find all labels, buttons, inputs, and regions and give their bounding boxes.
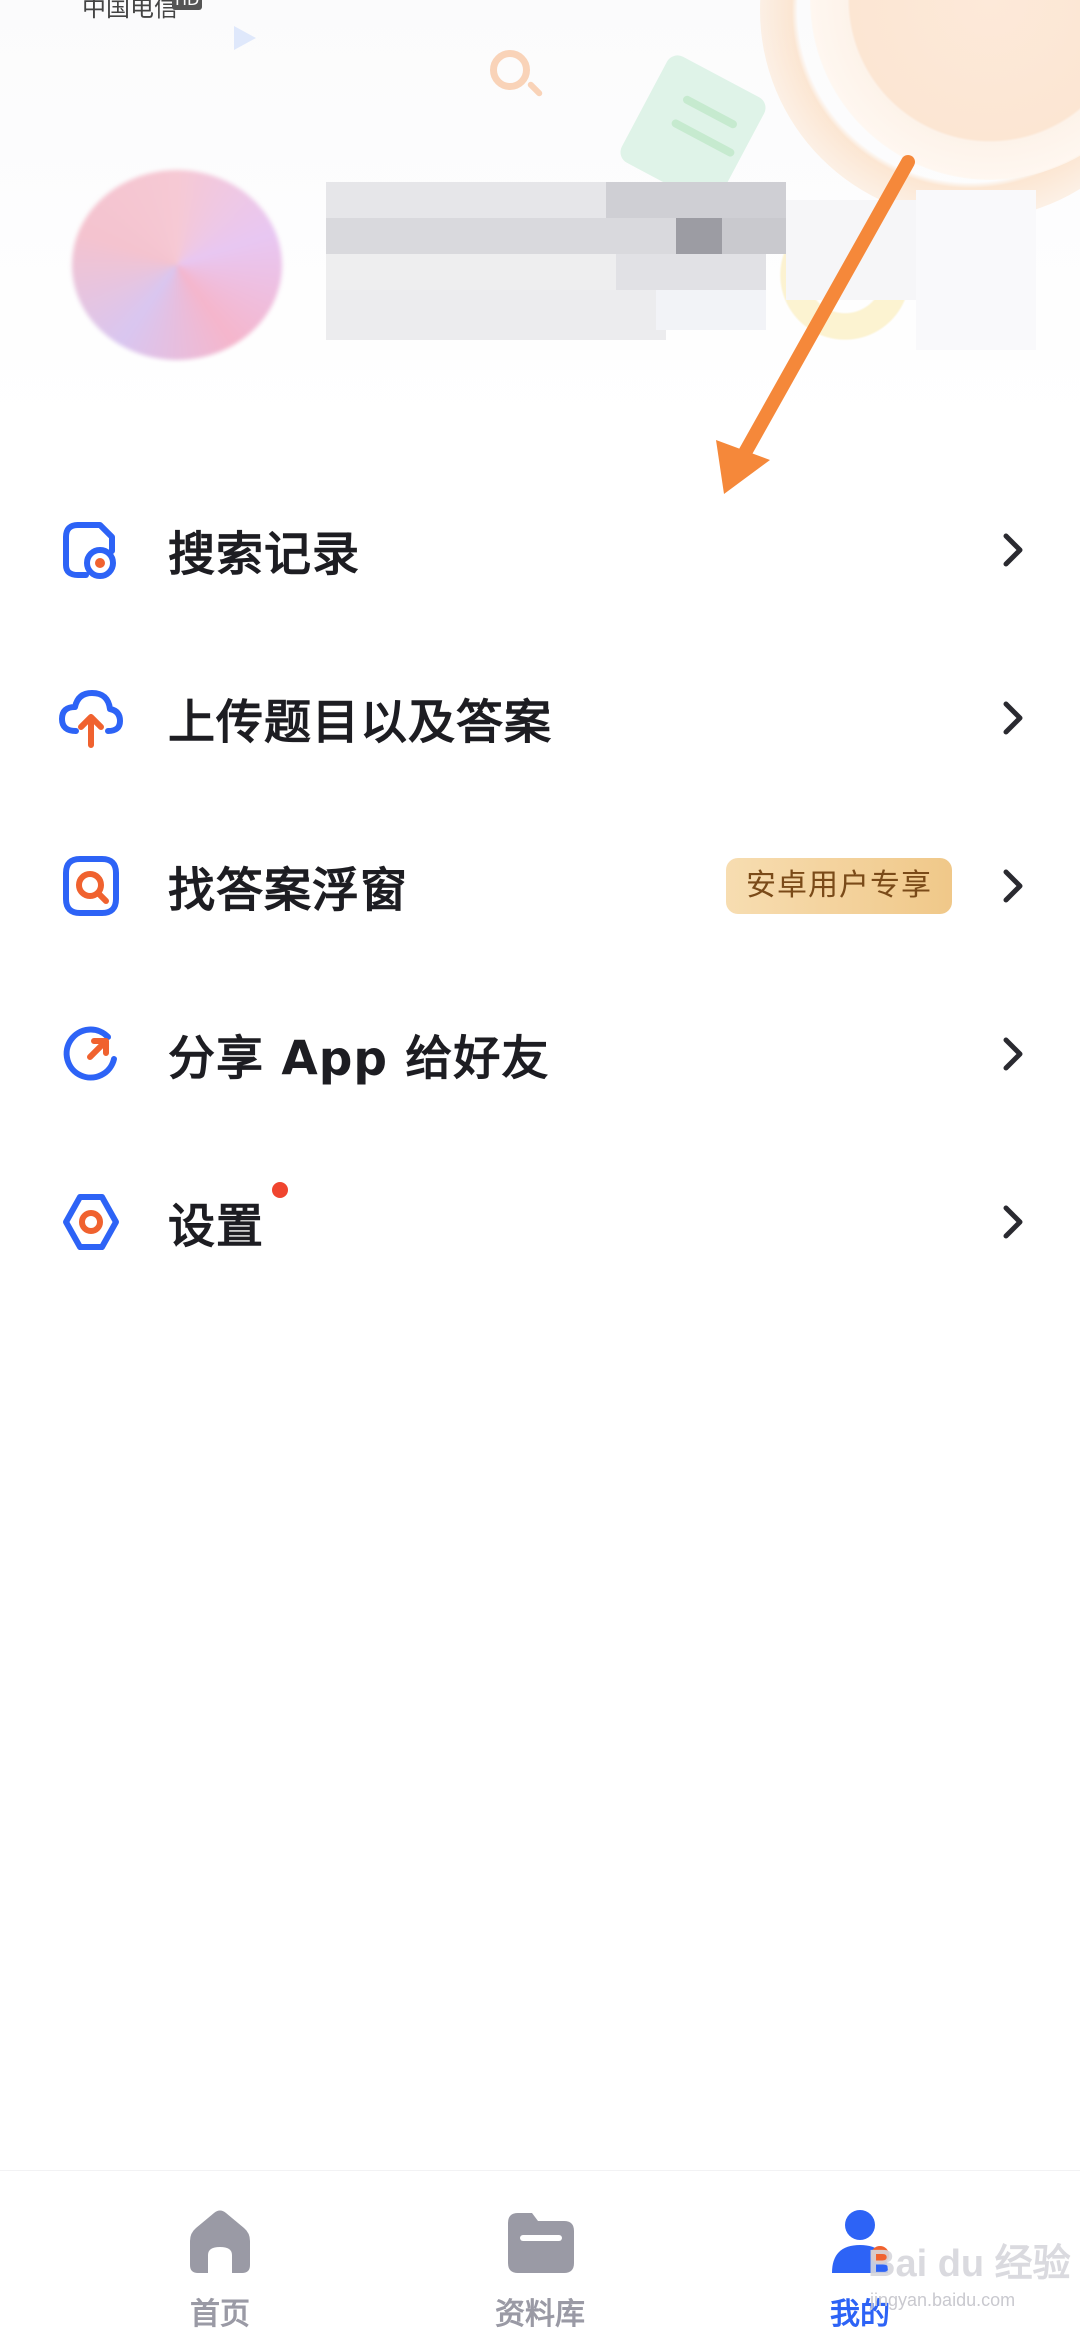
chevron-right-icon (1003, 701, 1023, 735)
folder-icon (508, 2213, 574, 2273)
menu-item-label: 搜索记录 (168, 527, 360, 583)
home-icon (190, 2210, 250, 2273)
decor-magnifier-icon (490, 50, 530, 90)
menu-item-floating-window[interactable]: 找答案浮窗 安卓用户专享 (0, 802, 1080, 970)
menu-item-search-history[interactable]: 搜索记录 (0, 466, 1080, 634)
carrier-label: 中国电信 (82, 0, 178, 22)
menu-list: 搜索记录 上传题目以及答案 找答案浮窗 安卓用户专享 分享 App 给好友 设置 (0, 466, 1080, 1306)
android-exclusive-badge: 安卓用户专享 (726, 858, 952, 914)
menu-item-label: 设置 (168, 1199, 264, 1255)
menu-item-settings[interactable]: 设置 (0, 1138, 1080, 1306)
chevron-right-icon (1003, 533, 1023, 567)
menu-item-upload[interactable]: 上传题目以及答案 (0, 634, 1080, 802)
tab-home[interactable]: 首页 (110, 2171, 330, 2351)
tab-library[interactable]: 资料库 (430, 2171, 650, 2351)
menu-item-label: 上传题目以及答案 (168, 695, 552, 751)
upload-cloud-icon (59, 690, 123, 748)
decor-triangle (234, 26, 256, 50)
decor-magnifier-handle (526, 80, 544, 98)
chevron-right-icon (1003, 1205, 1023, 1239)
notification-dot (272, 1182, 288, 1198)
chevron-right-icon (1003, 1037, 1023, 1071)
settings-icon (63, 1194, 119, 1250)
baidu-watermark-url: jingyan.baidu.com (870, 2290, 1016, 2310)
menu-item-label: 找答案浮窗 (168, 863, 408, 919)
menu-item-share-app[interactable]: 分享 App 给好友 (0, 970, 1080, 1138)
status-bar: 中国电信 HD (0, 0, 1080, 22)
chevron-right-icon (1003, 869, 1023, 903)
username-blurred (286, 170, 1066, 360)
search-history-icon (63, 522, 116, 579)
tab-label: 首页 (190, 2297, 250, 2332)
avatar[interactable] (72, 170, 282, 360)
baidu-watermark: Bai du 经验 (868, 2243, 1071, 2285)
network-hd-badge: HD (172, 0, 203, 10)
share-icon (63, 1026, 117, 1081)
menu-item-label: 分享 App 给好友 (168, 1031, 550, 1087)
floating-search-icon (63, 856, 119, 916)
tab-label: 资料库 (495, 2297, 585, 2332)
profile-card[interactable] (36, 170, 1046, 370)
